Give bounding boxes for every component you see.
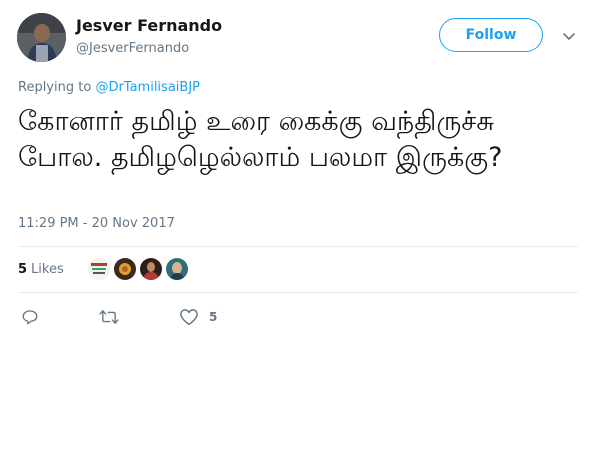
heart-icon [179, 308, 199, 326]
reply-icon [21, 308, 39, 326]
reply-context: Replying to @DrTamilisaiBJP [18, 80, 200, 95]
display-name[interactable]: Jesver Fernando [76, 16, 222, 35]
avatar[interactable] [17, 13, 66, 62]
liker-avatars [87, 258, 192, 280]
divider [18, 246, 578, 247]
retweet-icon [99, 308, 119, 326]
like-button[interactable]: 5 [179, 308, 217, 326]
reply-context-prefix: Replying to [18, 80, 92, 95]
likes-row: 5 Likes [18, 254, 192, 284]
user-handle[interactable]: @JesverFernando [76, 41, 189, 56]
liker-avatar[interactable] [139, 258, 162, 280]
likes-label[interactable]: Likes [31, 262, 64, 277]
retweet-button[interactable] [99, 308, 119, 326]
tweet-card: Jesver Fernando @JesverFernando Follow R… [0, 0, 600, 450]
reply-button[interactable] [21, 308, 39, 326]
mention-link[interactable]: @DrTamilisaiBJP [95, 80, 200, 95]
liker-avatar[interactable] [113, 258, 136, 280]
liker-avatar[interactable] [165, 258, 188, 280]
action-bar: 5 [18, 305, 217, 329]
follow-button[interactable]: Follow [439, 18, 543, 52]
like-count: 5 [209, 310, 218, 324]
divider [18, 292, 578, 293]
chevron-down-icon[interactable] [561, 28, 577, 44]
tweet-timestamp[interactable]: 11:29 PM - 20 Nov 2017 [18, 216, 175, 231]
tweet-text: கோனார் தமிழ் உரை கைக்கு வந்திருச்சு போல.… [18, 106, 503, 173]
liker-avatar[interactable] [87, 258, 110, 280]
likes-count[interactable]: 5 [18, 262, 27, 277]
